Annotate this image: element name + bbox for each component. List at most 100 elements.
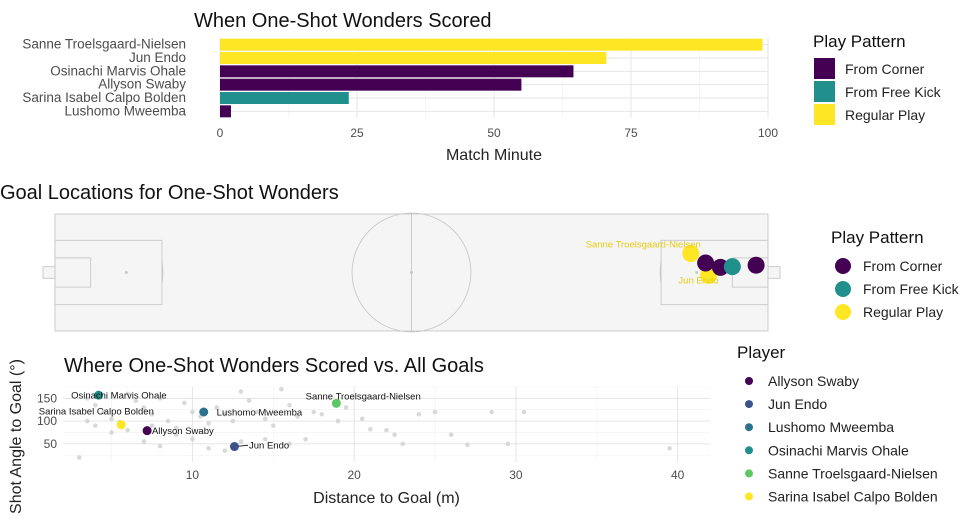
player-label: Jun Endo xyxy=(249,440,289,451)
background-goal-point xyxy=(489,409,494,415)
background-goal-point xyxy=(303,436,308,442)
x-tick-label: 100 xyxy=(758,126,778,140)
legend-swatch xyxy=(745,377,753,385)
bar xyxy=(220,92,349,104)
legend-swatch xyxy=(745,446,753,455)
goal-right xyxy=(767,266,781,279)
chart-title: Goal Locations for One-Shot Wonders xyxy=(0,182,339,204)
background-goal-point xyxy=(416,411,422,417)
y-tick-label: Lushomo Mweemba xyxy=(64,103,186,118)
background-goal-point xyxy=(270,423,276,428)
background-goal-point xyxy=(448,432,454,438)
penalty-spot-left xyxy=(124,271,128,274)
background-goal-point xyxy=(206,446,211,451)
background-goal-point xyxy=(505,441,511,447)
goal-point xyxy=(747,256,765,274)
legend-label: Regular Play xyxy=(863,304,943,320)
x-tick-label: 10 xyxy=(186,468,200,482)
y-tick-label: 100 xyxy=(37,414,57,428)
center-spot xyxy=(410,271,413,274)
background-goal-point xyxy=(343,405,349,410)
x-tick-label: 50 xyxy=(487,126,501,140)
background-goal-point xyxy=(279,386,284,392)
player-label: Sanne Troelsgaard-Nielsen xyxy=(306,391,421,402)
background-goal-point xyxy=(222,448,228,453)
legend-label: From Free Kick xyxy=(845,84,942,100)
background-goal-point xyxy=(76,455,82,460)
bar xyxy=(220,38,763,51)
background-goal-point xyxy=(667,446,672,451)
legend-title: Play Pattern xyxy=(831,228,924,247)
legend-label: Osinachi Marvis Ohale xyxy=(768,442,909,458)
background-goal-point xyxy=(125,427,130,433)
background-goal-point xyxy=(141,439,147,444)
player-label: Osinachi Marvis Ohale xyxy=(71,390,167,401)
background-goal-point xyxy=(230,418,236,424)
background-goal-point xyxy=(465,442,470,448)
chart-canvas: Sanne Troelsgaard-Nielsen Jun Endo Osinach… xyxy=(0,10,960,514)
x-tick-label: 0 xyxy=(217,126,224,140)
legend-label: Jun Endo xyxy=(768,396,827,412)
background-goal-point xyxy=(521,409,527,415)
goal-point xyxy=(723,258,741,276)
background-goal-point xyxy=(238,439,244,444)
background-goal-point xyxy=(190,436,195,442)
legend-title: Player xyxy=(737,343,786,362)
bar xyxy=(220,78,522,91)
legend-swatch xyxy=(814,81,835,102)
x-tick-label: 30 xyxy=(509,468,523,482)
background-goal-point xyxy=(84,418,90,424)
player-label: Allyson Swaby xyxy=(152,426,214,437)
player-goal-point xyxy=(199,407,209,417)
legend-label: From Corner xyxy=(845,61,925,77)
x-axis-title: Match Minute xyxy=(446,147,542,164)
legend-swatch xyxy=(814,58,835,79)
background-goal-point xyxy=(400,441,405,447)
goal-left xyxy=(42,266,56,279)
y-axis-title: Shot Angle to Goal (°) xyxy=(8,359,25,514)
legend-swatch xyxy=(745,469,753,478)
bar xyxy=(220,52,607,64)
player-label: Lushomo Mweemba xyxy=(217,408,303,419)
x-tick-label: 25 xyxy=(350,126,364,140)
legend-swatch xyxy=(745,400,753,409)
background-goal-point xyxy=(359,416,365,422)
background-goal-point xyxy=(432,409,438,415)
legend-swatch xyxy=(814,104,835,125)
background-goal-point xyxy=(335,418,341,424)
x-axis-title: Distance to Goal (m) xyxy=(313,490,460,507)
chart-title: Where One-Shot Wonders Scored vs. All Go… xyxy=(64,355,484,377)
legend-label: Sanne Troelsgaard-Nielsen xyxy=(768,465,938,481)
legend-title: Play Pattern xyxy=(813,32,906,51)
background-goal-point xyxy=(392,432,397,438)
legend-label: From Free Kick xyxy=(863,281,960,297)
x-tick-label: 75 xyxy=(624,126,638,140)
background-goal-point xyxy=(157,443,163,449)
point-label: Sanne Troelsgaard-Nielsen xyxy=(586,239,701,250)
background-goal-point xyxy=(384,427,389,433)
background-goal-point xyxy=(165,418,171,424)
background-goal-point xyxy=(182,400,187,406)
background-goal-point xyxy=(311,409,317,415)
legend-swatch xyxy=(745,492,753,501)
background-goal-point xyxy=(368,426,373,432)
legend-swatch xyxy=(745,423,753,432)
legend-swatch xyxy=(835,258,851,274)
y-tick-label: 150 xyxy=(37,391,57,405)
x-tick-label: 20 xyxy=(347,468,361,482)
background-goal-point xyxy=(319,411,325,417)
player-goal-point xyxy=(116,420,126,430)
bar xyxy=(220,105,231,118)
legend-label: Sarina Isabel Calpo Bolden xyxy=(768,489,938,505)
penalty-spot-right xyxy=(695,271,699,274)
background-goal-point xyxy=(246,398,252,403)
legend-label: Regular Play xyxy=(845,107,925,123)
background-goal-point xyxy=(238,389,244,394)
background-goal-point xyxy=(93,423,98,428)
legend-label: Lushomo Mweemba xyxy=(768,419,894,435)
legend-swatch xyxy=(835,281,851,297)
background-goal-point xyxy=(190,409,195,415)
goal-point xyxy=(697,254,715,272)
bar xyxy=(220,65,574,78)
legend-label: From Corner xyxy=(863,258,943,274)
